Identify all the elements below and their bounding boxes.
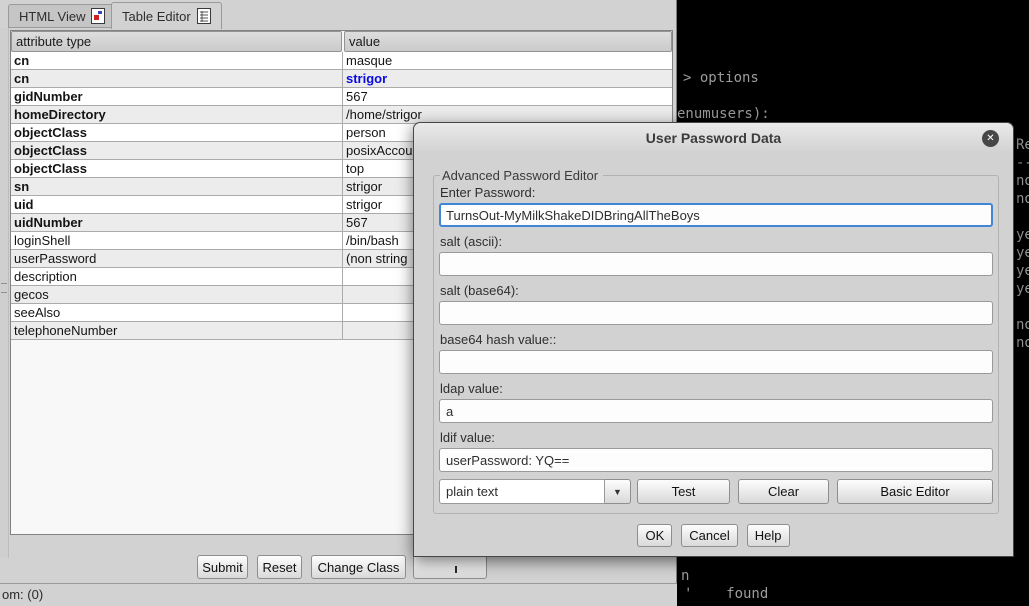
hash-type-row: plain text ▼ Test Clear Basic Editor — [439, 479, 993, 504]
attribute-name-cell: cn — [11, 70, 343, 87]
table-row[interactable]: cnstrigor — [11, 70, 672, 88]
terminal-text-fragment: ye — [1016, 262, 1029, 280]
terminal-line: n — [681, 567, 689, 585]
attribute-name-cell: gecos — [11, 286, 343, 303]
help-button[interactable]: Help — [747, 524, 790, 547]
terminal-text-fragment: Re — [1016, 136, 1029, 154]
user-password-dialog: User Password Data ✕ Advanced Password E… — [413, 122, 1014, 557]
base64-hash-value-input[interactable] — [439, 350, 993, 374]
terminal-line: enumusers): — [677, 105, 770, 123]
attribute-value-cell: /home/strigor — [343, 106, 672, 123]
status-bar: om: (0) — [0, 583, 677, 606]
attribute-name-cell: objectClass — [11, 124, 343, 141]
attribute-name-cell: sn — [11, 178, 343, 195]
terminal-text-fragment: no — [1016, 190, 1029, 208]
attribute-name-cell: userPassword — [11, 250, 343, 267]
attribute-name-cell: telephoneNumber — [11, 322, 343, 339]
terminal-text-fragment: ye — [1016, 280, 1029, 298]
terminal-text-fragment: no — [1016, 316, 1029, 334]
column-header-value[interactable]: value — [344, 31, 672, 52]
tab-table-editor[interactable]: Table Editor — [111, 2, 222, 29]
salt-ascii-input[interactable] — [439, 252, 993, 276]
enter-password-input[interactable] — [439, 203, 993, 227]
table-header: attribute type value — [11, 31, 672, 52]
attribute-name-cell: objectClass — [11, 160, 343, 177]
attribute-name-cell: cn — [11, 52, 343, 69]
change-class-button[interactable]: Change Class — [311, 555, 406, 579]
base64-hash-value-label: base64 hash value:: — [440, 332, 993, 347]
submit-button[interactable]: Submit — [197, 555, 248, 579]
close-icon[interactable]: ✕ — [982, 130, 999, 147]
column-header-attribute-type[interactable]: attribute type — [11, 31, 342, 52]
attribute-name-cell: description — [11, 268, 343, 285]
group-label: Advanced Password Editor — [440, 168, 603, 183]
attribute-name-cell: homeDirectory — [11, 106, 343, 123]
ok-button[interactable]: OK — [637, 524, 672, 547]
attribute-value-cell: 567 — [343, 88, 672, 105]
ldif-value-label: ldif value: — [440, 430, 993, 445]
pane-splitter[interactable] — [0, 28, 9, 558]
attribute-name-cell: seeAlso — [11, 304, 343, 321]
ldap-value-input[interactable] — [439, 399, 993, 423]
hash-type-select[interactable]: plain text — [439, 479, 605, 504]
terminal-line: > options — [683, 69, 759, 87]
cancel-button[interactable]: Cancel — [681, 524, 737, 547]
attribute-name-cell: gidNumber — [11, 88, 343, 105]
salt-base64-input[interactable] — [439, 301, 993, 325]
obscured-button[interactable] — [413, 555, 487, 579]
attribute-name-cell: objectClass — [11, 142, 343, 159]
terminal-line: ' found — [684, 585, 768, 603]
attribute-value-cell: strigor — [343, 70, 672, 87]
table-row[interactable]: cnmasque — [11, 52, 672, 70]
test-button[interactable]: Test — [637, 479, 730, 504]
screen: { "app": { "tabs": [ { "label": "HTML Vi… — [0, 0, 1029, 606]
dialog-title: User Password Data — [414, 123, 1013, 153]
table-editor-icon — [197, 8, 211, 24]
tab-label: HTML View — [19, 9, 85, 24]
enter-password-label: Enter Password: — [440, 185, 993, 200]
html-view-icon — [91, 8, 105, 24]
terminal-text-fragment: no — [1016, 172, 1029, 190]
basic-editor-button[interactable]: Basic Editor — [837, 479, 993, 504]
chevron-down-icon[interactable]: ▼ — [605, 479, 631, 504]
attribute-value-cell: masque — [343, 52, 672, 69]
reset-button[interactable]: Reset — [257, 555, 302, 579]
salt-base64-label: salt (base64): — [440, 283, 993, 298]
obscured-button-text-fragment — [455, 566, 457, 573]
salt-ascii-label: salt (ascii): — [440, 234, 993, 249]
splitter-grip-icon — [1, 283, 7, 293]
dialog-footer: OK Cancel Help — [414, 524, 1013, 547]
clear-button[interactable]: Clear — [738, 479, 829, 504]
attribute-name-cell: uid — [11, 196, 343, 213]
table-row[interactable]: gidNumber567 — [11, 88, 672, 106]
terminal-text-fragment: -- — [1016, 154, 1029, 172]
ldif-value-input[interactable] — [439, 448, 993, 472]
terminal-text-fragment: no — [1016, 334, 1029, 352]
advanced-password-editor-group: Advanced Password Editor Enter Password:… — [433, 168, 999, 514]
status-text: om: (0) — [2, 587, 43, 602]
terminal-text-fragment: ye — [1016, 244, 1029, 262]
tab-html-view[interactable]: HTML View — [8, 4, 116, 28]
attribute-name-cell: loginShell — [11, 232, 343, 249]
terminal-text-fragment: ye — [1016, 226, 1029, 244]
attribute-name-cell: uidNumber — [11, 214, 343, 231]
ldap-value-label: ldap value: — [440, 381, 993, 396]
tab-label: Table Editor — [122, 9, 191, 24]
